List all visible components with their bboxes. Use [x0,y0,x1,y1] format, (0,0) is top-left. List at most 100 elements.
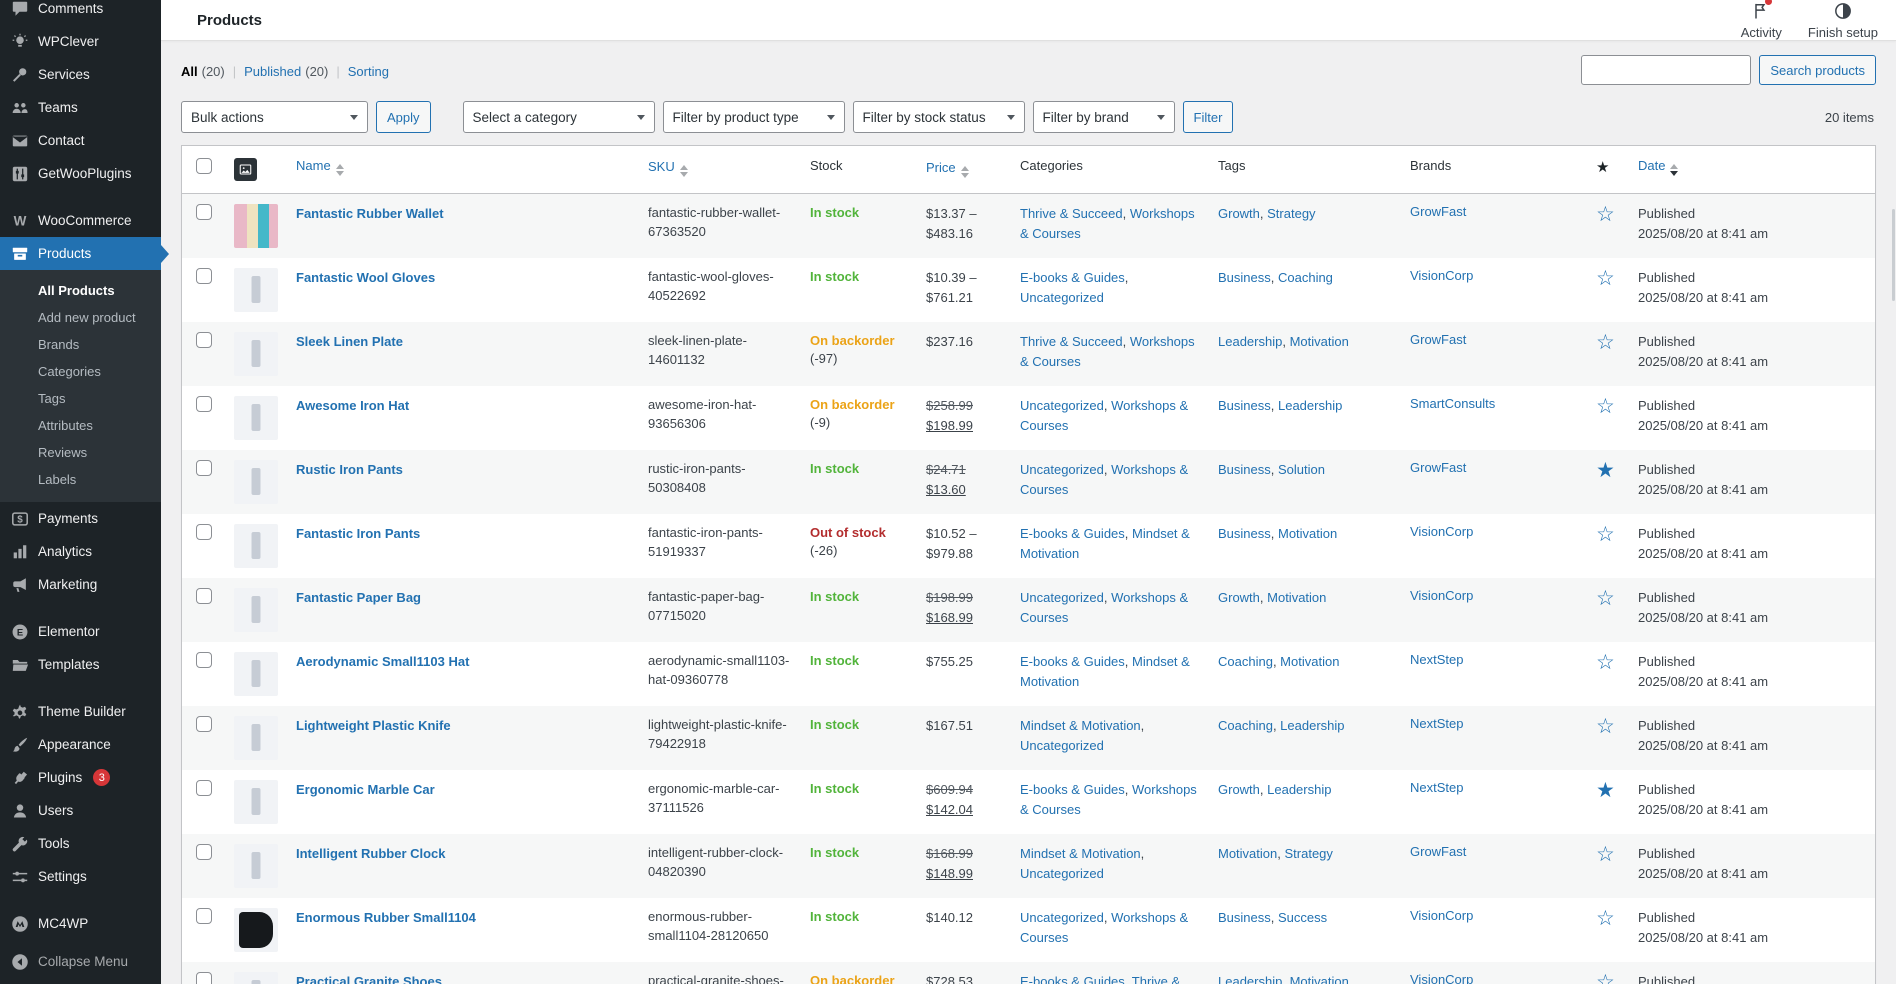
featured-star-toggle[interactable]: ☆ [1596,331,1615,354]
tag-link[interactable]: Growth [1218,590,1260,605]
product-brand-link[interactable]: GrowFast [1410,332,1466,347]
submenu-item-add-new-product[interactable]: Add new product [0,304,161,331]
stock-status-filter-select[interactable]: Filter by stock status [853,101,1025,133]
product-type-filter-select[interactable]: Filter by product type [663,101,845,133]
featured-star-toggle[interactable]: ☆ [1596,267,1615,290]
category-link[interactable]: Uncategorized [1020,738,1104,753]
finish-setup-button[interactable]: Finish setup [1808,0,1878,40]
tag-link[interactable]: Leadership [1218,974,1282,984]
sort-by-sku[interactable]: SKU [648,159,688,174]
apply-button[interactable]: Apply [376,101,431,133]
product-thumbnail[interactable] [234,268,278,312]
collapse-menu-button[interactable]: Collapse Menu [0,945,161,978]
search-products-button[interactable]: Search products [1759,55,1876,85]
product-brand-link[interactable]: NextStep [1410,780,1463,795]
product-name-link[interactable]: Practical Granite Shoes [296,974,442,984]
sidebar-item-comments[interactable]: Comments [0,0,161,25]
row-checkbox[interactable] [196,460,212,476]
search-products-input[interactable] [1581,55,1751,85]
product-name-link[interactable]: Aerodynamic Small1103 Hat [296,654,469,669]
product-brand-link[interactable]: VisionCorp [1410,908,1473,923]
submenu-item-all-products[interactable]: All Products [0,277,161,304]
product-thumbnail[interactable] [234,908,278,952]
product-name-link[interactable]: Fantastic Rubber Wallet [296,206,444,221]
featured-star-toggle[interactable]: ☆ [1596,971,1615,984]
product-name-link[interactable]: Ergonomic Marble Car [296,782,435,797]
tag-link[interactable]: Motivation [1290,334,1349,349]
product-thumbnail[interactable] [234,716,278,760]
row-checkbox[interactable] [196,396,212,412]
sort-by-date[interactable]: Date [1638,158,1678,173]
product-thumbnail[interactable] [234,204,278,248]
product-thumbnail[interactable] [234,844,278,888]
product-brand-link[interactable]: VisionCorp [1410,588,1473,603]
row-checkbox[interactable] [196,780,212,796]
product-thumbnail[interactable] [234,332,278,376]
filter-button[interactable]: Filter [1183,101,1234,133]
featured-star-toggle[interactable]: ☆ [1596,907,1615,930]
sidebar-item-tools[interactable]: Tools [0,827,161,860]
category-link[interactable]: Mindset & Motivation [1020,718,1141,733]
sidebar-item-services[interactable]: Services [0,58,161,91]
row-checkbox[interactable] [196,652,212,668]
product-thumbnail[interactable] [234,652,278,696]
submenu-item-brands[interactable]: Brands [0,331,161,358]
tag-link[interactable]: Strategy [1284,846,1332,861]
activity-button[interactable]: Activity [1741,0,1782,40]
sidebar-item-templates[interactable]: Templates [0,648,161,681]
submenu-item-tags[interactable]: Tags [0,385,161,412]
sidebar-item-getwooplugins[interactable]: GetWooPlugins [0,157,161,190]
featured-star-toggle[interactable]: ☆ [1596,587,1615,610]
tag-link[interactable]: Leadership [1267,782,1331,797]
featured-star-toggle[interactable]: ☆ [1596,715,1615,738]
category-link[interactable]: Uncategorized [1020,290,1104,305]
sidebar-item-theme-builder[interactable]: Theme Builder [0,695,161,728]
tag-link[interactable]: Business [1218,270,1271,285]
product-name-link[interactable]: Lightweight Plastic Knife [296,718,451,733]
tag-link[interactable]: Business [1218,910,1271,925]
sidebar-item-users[interactable]: Users [0,794,161,827]
category-link[interactable]: E-books & Guides [1020,526,1125,541]
product-thumbnail[interactable] [234,588,278,632]
row-checkbox[interactable] [196,588,212,604]
tag-link[interactable]: Leadership [1218,334,1282,349]
sidebar-item-teams[interactable]: Teams [0,91,161,124]
product-name-link[interactable]: Fantastic Wool Gloves [296,270,435,285]
product-thumbnail[interactable] [234,460,278,504]
product-name-link[interactable]: Intelligent Rubber Clock [296,846,446,861]
product-brand-link[interactable]: VisionCorp [1410,972,1473,984]
sidebar-item-elementor[interactable]: E Elementor [0,615,161,648]
tag-link[interactable]: Solution [1278,462,1325,477]
product-brand-link[interactable]: VisionCorp [1410,268,1473,283]
category-link[interactable]: E-books & Guides [1020,654,1125,669]
sidebar-item-products[interactable]: Products [0,237,161,270]
tag-link[interactable]: Leadership [1280,718,1344,733]
sort-by-name[interactable]: Name [296,158,344,173]
product-brand-link[interactable]: NextStep [1410,716,1463,731]
tag-link[interactable]: Business [1218,398,1271,413]
tag-link[interactable]: Leadership [1278,398,1342,413]
category-link[interactable]: E-books & Guides [1020,974,1125,984]
featured-star-toggle[interactable]: ☆ [1596,395,1615,418]
category-link[interactable]: E-books & Guides [1020,270,1125,285]
product-brand-link[interactable]: GrowFast [1410,204,1466,219]
select-all-checkbox[interactable] [196,158,212,174]
tag-link[interactable]: Motivation [1267,590,1326,605]
category-link[interactable]: Uncategorized [1020,398,1104,413]
row-checkbox[interactable] [196,332,212,348]
tag-link[interactable]: Strategy [1267,206,1315,221]
featured-star-toggle[interactable]: ☆ [1596,651,1615,674]
product-thumbnail[interactable] [234,524,278,568]
tag-link[interactable]: Motivation [1278,526,1337,541]
product-brand-link[interactable]: NextStep [1410,652,1463,667]
row-checkbox[interactable] [196,972,212,984]
sidebar-item-plugins[interactable]: Plugins 3 [0,761,161,794]
row-checkbox[interactable] [196,716,212,732]
product-thumbnail[interactable] [234,396,278,440]
sidebar-item-wpclever[interactable]: WPClever [0,25,161,58]
tag-link[interactable]: Business [1218,462,1271,477]
featured-star-toggle[interactable]: ☆ [1596,203,1615,226]
tag-link[interactable]: Business [1218,526,1271,541]
product-brand-link[interactable]: GrowFast [1410,460,1466,475]
row-checkbox[interactable] [196,204,212,220]
